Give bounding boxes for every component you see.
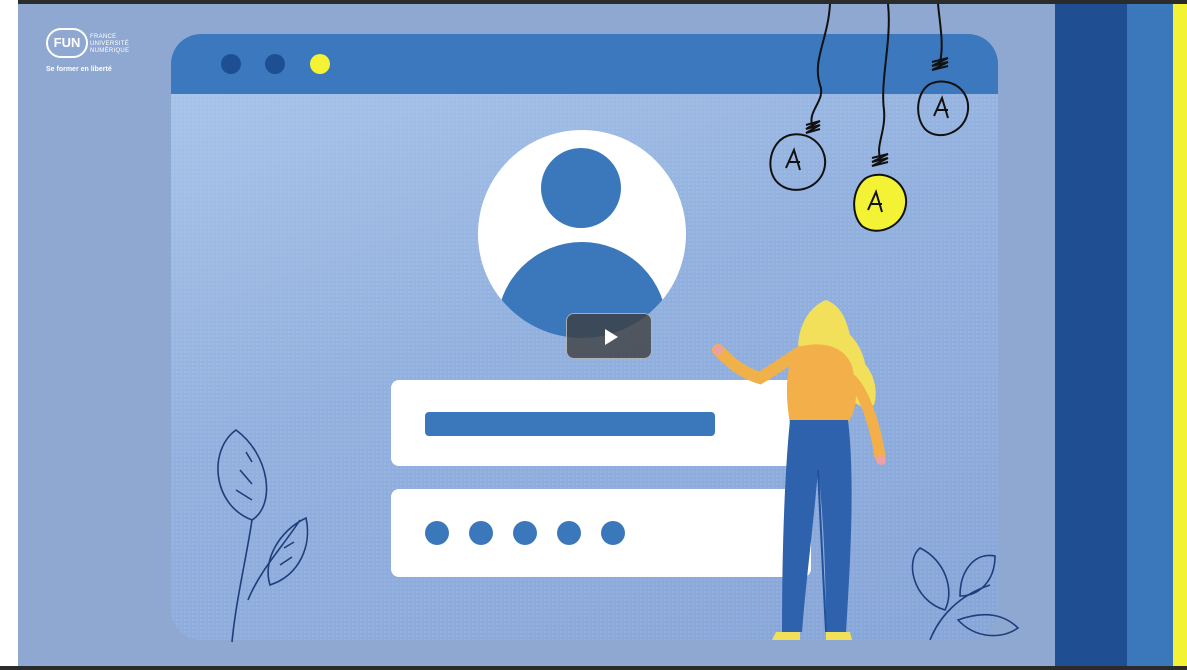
play-button[interactable] bbox=[566, 313, 652, 359]
window-dot bbox=[221, 54, 241, 74]
logo-line: FRANCE bbox=[90, 34, 117, 40]
logo-line: NUMÉRIQUE bbox=[90, 48, 130, 54]
password-dot bbox=[469, 521, 493, 545]
username-placeholder-bar bbox=[425, 412, 715, 436]
fun-logo: FUN FRANCE UNIVERSITÉ NUMÉRIQUE Se forme… bbox=[46, 28, 156, 78]
stripe-yellow bbox=[1173, 4, 1187, 666]
logo-text: FRANCE UNIVERSITÉ NUMÉRIQUE bbox=[90, 34, 129, 55]
frame-bottom-border bbox=[0, 666, 1187, 670]
logo-badge: FUN bbox=[46, 28, 88, 58]
stripe-dark-blue bbox=[1055, 4, 1127, 666]
password-field-illustration bbox=[391, 489, 811, 577]
username-field-illustration bbox=[391, 380, 811, 466]
frame-left-margin bbox=[0, 0, 18, 670]
window-title-bar bbox=[171, 34, 998, 94]
logo-tagline: Se former en liberté bbox=[46, 66, 112, 73]
play-icon[interactable] bbox=[605, 329, 618, 345]
password-dot bbox=[513, 521, 537, 545]
window-dot bbox=[265, 54, 285, 74]
avatar-head bbox=[541, 148, 621, 228]
password-dot bbox=[557, 521, 581, 545]
logo-line: UNIVERSITÉ bbox=[90, 41, 130, 47]
video-player[interactable]: FUN FRANCE UNIVERSITÉ NUMÉRIQUE Se forme… bbox=[0, 0, 1187, 670]
window-dot bbox=[310, 54, 330, 74]
password-dot bbox=[425, 521, 449, 545]
password-dot bbox=[601, 521, 625, 545]
stripe-mid-blue bbox=[1127, 4, 1173, 666]
avatar-icon bbox=[478, 130, 686, 338]
